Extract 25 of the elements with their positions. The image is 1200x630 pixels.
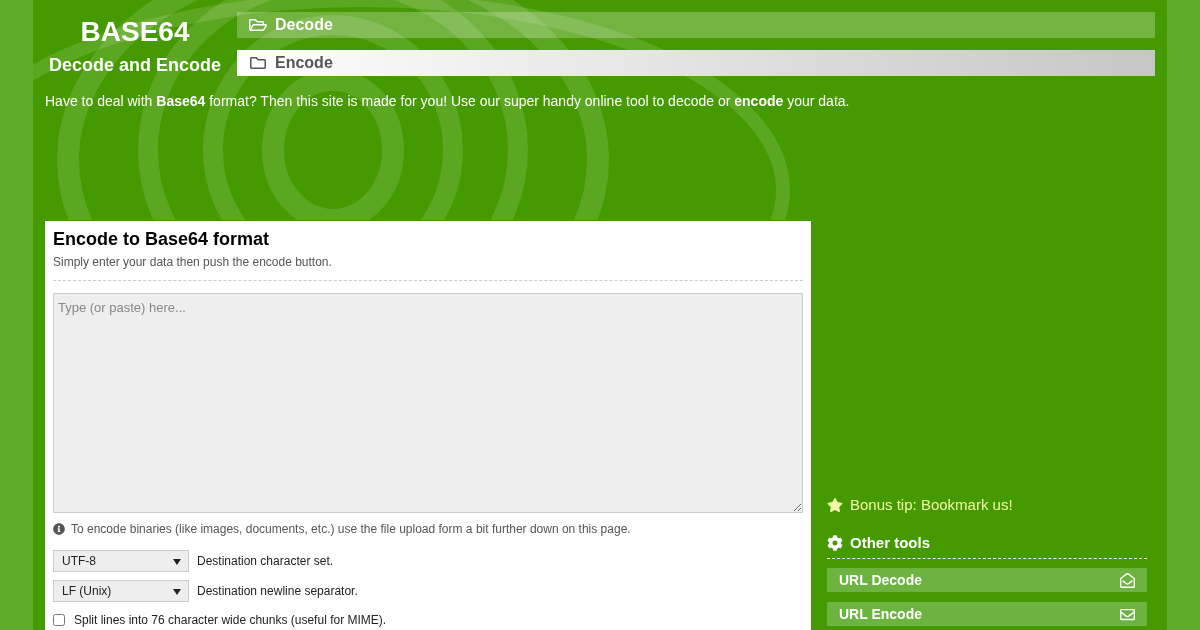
settings-icon [827, 534, 843, 551]
card-title: Encode to Base64 format [53, 228, 271, 250]
intro-text: Have to deal with Base64 format? Then this site is made for you! Use our super handy online tool to decode or encode your data. [45, 92, 851, 110]
dropdown-select[interactable]: LF (Unix) [53, 580, 189, 602]
info-note: To encode binaries (like images, documents, etc.) use the file upload form a bit further down on this page. [71, 521, 631, 537]
checkbox[interactable] [53, 614, 65, 626]
tools-heading: Other tools [850, 533, 930, 552]
open-folder-icon [249, 17, 267, 33]
envelope-icon [1120, 606, 1135, 622]
caret-icon [173, 559, 181, 565]
card-subtitle: Simply enter your data then push the encode button. [53, 254, 333, 270]
folder-icon [249, 55, 267, 71]
option-label: Destination newline separator. [197, 584, 358, 598]
nav-tab[interactable]: Encode [237, 50, 1155, 76]
star-icon [827, 497, 843, 513]
open-envelope-icon [1120, 572, 1135, 588]
option-label: Destination character set. [197, 554, 334, 568]
dropdown-select[interactable]: UTF-8 [53, 550, 189, 572]
checkbox-label: Split lines into 76 character wide chunks (useful for MIME). [74, 613, 387, 627]
text-input-field[interactable]: Type (or paste) here... [53, 293, 803, 513]
logo-subtitle: Decode and Encode [48, 54, 221, 76]
bonus-tip: Bonus tip: Bookmark us! [850, 496, 1013, 514]
logo-title: BASE64 [80, 16, 190, 48]
info-icon [53, 523, 65, 535]
caret-icon [173, 589, 181, 595]
